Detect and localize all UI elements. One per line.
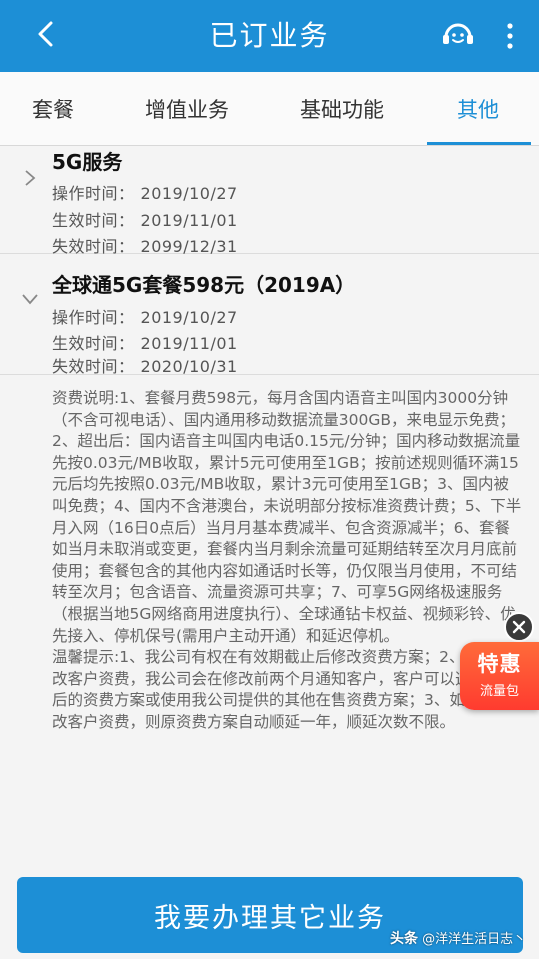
tab-package[interactable]: 套餐	[32, 94, 74, 124]
tab-bar: 套餐 增值业务 基础功能 其他	[0, 72, 539, 146]
service-item-title: 全球通5G套餐598元（2019A）	[52, 273, 356, 297]
service-item-5g[interactable]: 5G服务 操作时间： 2019/10/27 生效时间： 2019/11/01 失效时…	[0, 146, 539, 256]
chevron-down-icon	[22, 294, 38, 305]
promo-title: 特惠	[477, 652, 522, 676]
app-header: 已订业务	[0, 0, 539, 72]
operate-time: 操作时间： 2019/10/27	[52, 184, 238, 203]
active-tab-indicator	[427, 142, 531, 145]
expiry-time: 失效时间： 2020/10/31	[52, 357, 238, 376]
plan-description: 资费说明:1、套餐月费598元，每月含国内语音主叫国内3000分钟（不含可视电话…	[52, 388, 522, 734]
data-package-promo-badge[interactable]: 特惠 流量包	[460, 642, 539, 710]
tab-basic-functions[interactable]: 基础功能	[300, 94, 384, 124]
close-icon	[512, 620, 526, 634]
tab-other[interactable]: 其他	[457, 94, 499, 124]
customer-service-icon[interactable]	[440, 18, 476, 54]
operate-time: 操作时间： 2019/10/27	[52, 308, 238, 327]
expiry-time: 失效时间： 2099/12/31	[52, 237, 238, 256]
service-item-title: 5G服务	[52, 150, 123, 174]
promo-close-button[interactable]	[504, 612, 534, 642]
fee-description: 资费说明:1、套餐月费598元，每月含国内语音主叫国内3000分钟（不含可视电话…	[52, 389, 522, 645]
service-item-global-5g-plan[interactable]: 全球通5G套餐598元（2019A） 操作时间： 2019/10/27 生效时间：…	[0, 255, 539, 376]
effective-time: 生效时间： 2019/11/01	[52, 334, 238, 353]
warm-tips: 温馨提示:1、我公司有权在有效期截止后修改资费方案；2、如需修改客户资费，我公司…	[52, 648, 518, 731]
chevron-right-icon	[25, 170, 36, 186]
more-icon[interactable]	[500, 18, 520, 54]
watermark: 头条 @洋洋生活日志丶	[390, 931, 527, 947]
tab-value-added[interactable]: 增值业务	[145, 94, 229, 124]
promo-subtitle: 流量包	[479, 684, 519, 699]
effective-time: 生效时间： 2019/11/01	[52, 211, 238, 230]
